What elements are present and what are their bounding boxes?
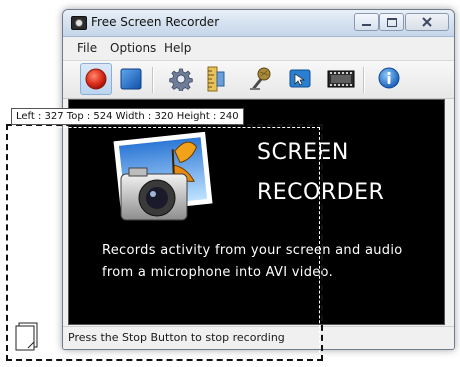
cursor-icon [289, 69, 311, 88]
minimize-button[interactable] [354, 13, 379, 31]
toolbar-separator [152, 67, 154, 93]
capture-region-frame[interactable] [6, 124, 323, 361]
camera-app-icon[interactable] [71, 16, 87, 30]
close-button[interactable] [405, 13, 449, 31]
toolbar-separator [363, 67, 365, 93]
microphone-button[interactable] [244, 63, 276, 95]
menu-help[interactable]: Help [164, 41, 191, 55]
window-title: Free Screen Recorder [91, 15, 220, 29]
stop-button[interactable] [115, 63, 147, 95]
about-button[interactable] [373, 63, 405, 95]
film-button[interactable] [325, 63, 357, 95]
resize-handle-icon[interactable] [15, 322, 41, 352]
record-button[interactable] [80, 63, 112, 95]
microphone-icon [250, 67, 271, 90]
toolbar [63, 60, 454, 99]
menu-bar: File Options Help [63, 37, 454, 57]
ruler-icon [207, 66, 225, 92]
maximize-button[interactable] [379, 13, 404, 31]
film-icon [327, 70, 355, 88]
close-icon [422, 17, 432, 27]
region-coordinates-tooltip: Left : 327 Top : 524 Width : 320 Height … [11, 108, 244, 125]
region-button[interactable] [200, 63, 232, 95]
title-bar[interactable]: Free Screen Recorder [63, 10, 454, 37]
stop-icon [120, 68, 142, 90]
cursor-button[interactable] [284, 63, 316, 95]
gear-icon [169, 68, 193, 91]
record-icon [85, 68, 107, 90]
menu-file[interactable]: File [77, 41, 97, 55]
settings-button[interactable] [165, 63, 197, 95]
menu-options[interactable]: Options [110, 41, 156, 55]
info-icon [378, 67, 400, 89]
